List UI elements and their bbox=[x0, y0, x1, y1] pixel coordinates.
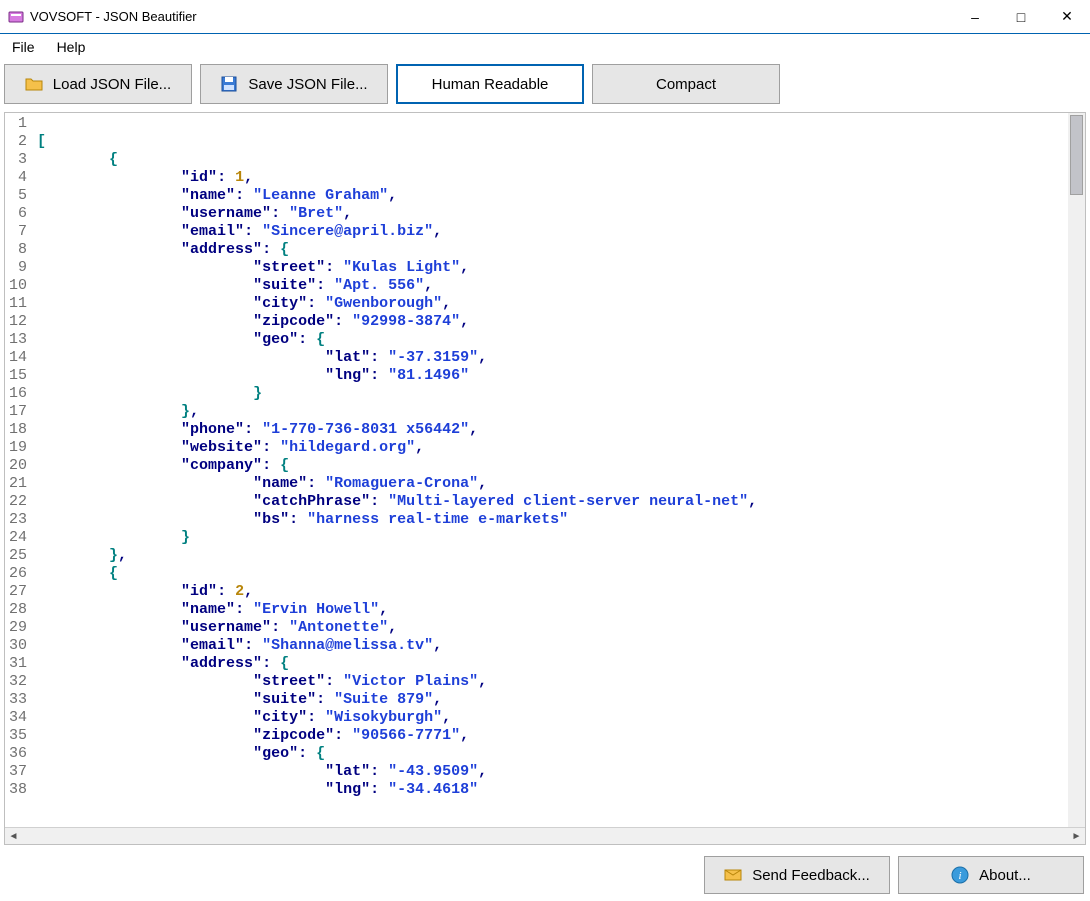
load-json-button[interactable]: Load JSON File... bbox=[4, 64, 192, 104]
editor[interactable]: 1234567891011121314151617181920212223242… bbox=[4, 112, 1086, 845]
vertical-scrollbar[interactable] bbox=[1068, 113, 1085, 827]
scroll-right-icon[interactable]: ► bbox=[1068, 828, 1085, 845]
minimize-button[interactable]: – bbox=[952, 0, 998, 34]
compact-label: Compact bbox=[656, 76, 716, 93]
save-json-label: Save JSON File... bbox=[248, 76, 367, 93]
window-title: VOVSOFT - JSON Beautifier bbox=[30, 9, 197, 24]
folder-open-icon bbox=[25, 75, 43, 93]
menubar: File Help bbox=[0, 34, 1090, 60]
send-feedback-label: Send Feedback... bbox=[752, 867, 870, 884]
about-button[interactable]: i About... bbox=[898, 856, 1084, 894]
horizontal-scrollbar[interactable]: ◄ ► bbox=[5, 827, 1085, 844]
line-gutter: 1234567891011121314151617181920212223242… bbox=[5, 113, 33, 827]
app-icon bbox=[8, 9, 24, 25]
close-button[interactable]: ✕ bbox=[1044, 0, 1090, 34]
send-feedback-button[interactable]: Send Feedback... bbox=[704, 856, 890, 894]
maximize-button[interactable]: □ bbox=[998, 0, 1044, 34]
human-readable-label: Human Readable bbox=[432, 76, 549, 93]
human-readable-button[interactable]: Human Readable bbox=[396, 64, 584, 104]
footer: Send Feedback... i About... bbox=[0, 849, 1090, 901]
toolbar: Load JSON File... Save JSON File... Huma… bbox=[0, 60, 1090, 112]
info-icon: i bbox=[951, 866, 969, 884]
code-area[interactable]: [ { "id": 1, "name": "Leanne Graham", "u… bbox=[33, 113, 1068, 827]
save-icon bbox=[220, 75, 238, 93]
mail-icon bbox=[724, 866, 742, 884]
scroll-thumb[interactable] bbox=[1070, 115, 1083, 195]
scroll-left-icon[interactable]: ◄ bbox=[5, 828, 22, 845]
menu-help[interactable]: Help bbox=[53, 37, 90, 57]
titlebar: VOVSOFT - JSON Beautifier – □ ✕ bbox=[0, 0, 1090, 34]
menu-file[interactable]: File bbox=[8, 37, 39, 57]
save-json-button[interactable]: Save JSON File... bbox=[200, 64, 388, 104]
svg-text:i: i bbox=[959, 870, 962, 882]
compact-button[interactable]: Compact bbox=[592, 64, 780, 104]
load-json-label: Load JSON File... bbox=[53, 76, 171, 93]
about-label: About... bbox=[979, 867, 1031, 884]
